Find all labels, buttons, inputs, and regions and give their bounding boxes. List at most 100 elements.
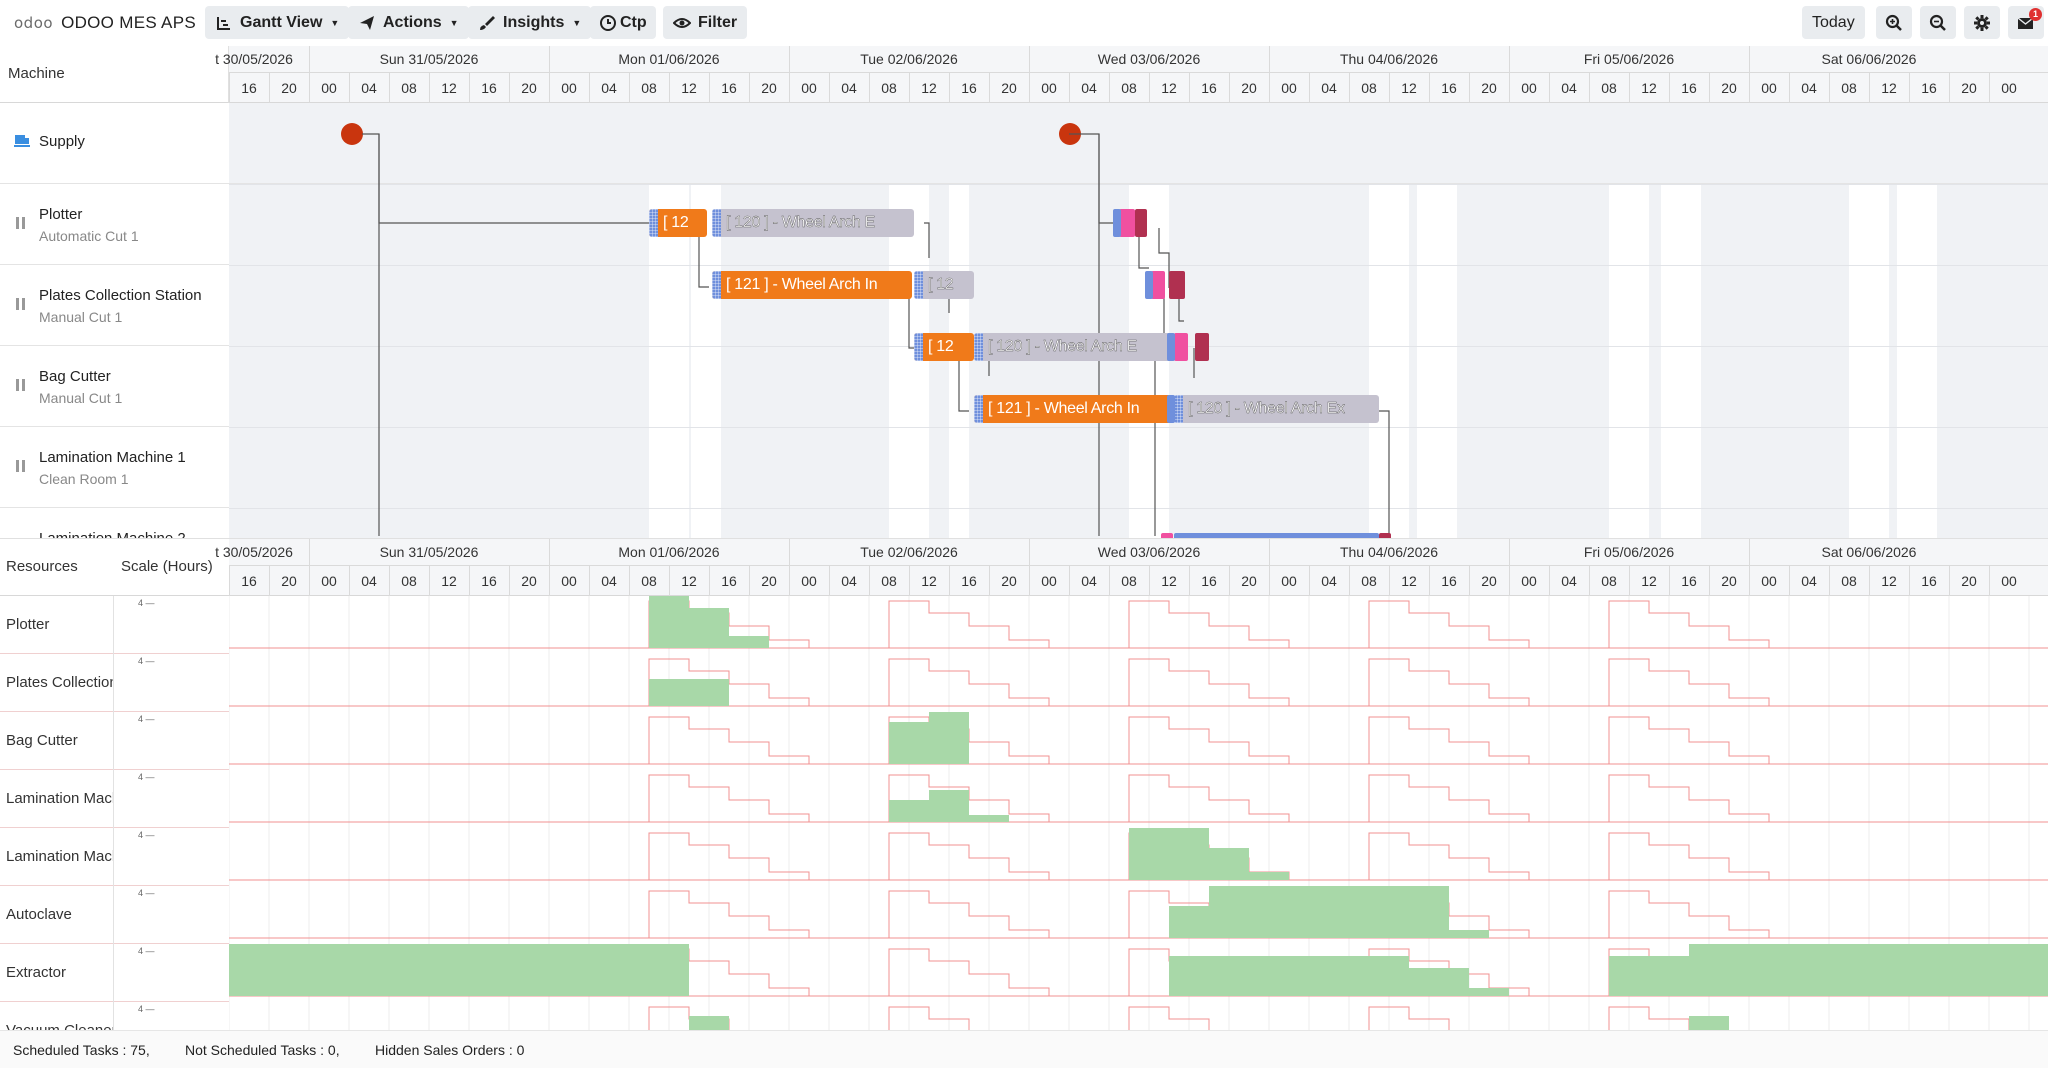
gantt-task-bar[interactable]: [ 12	[649, 209, 707, 237]
insights-button[interactable]: Insights ▼	[468, 6, 592, 39]
scale-divider	[113, 654, 114, 712]
settings-button[interactable]	[1964, 6, 2000, 39]
scale-tick: 4 —	[138, 714, 155, 724]
hour-divider	[1869, 565, 1870, 596]
hour-label: 16	[1681, 573, 1697, 589]
task-marker[interactable]	[1151, 271, 1165, 299]
gantt-task-bar[interactable]: [ 121 ] - Wheel Arch In	[974, 395, 1174, 423]
task-marker[interactable]	[1174, 333, 1188, 361]
hour-divider	[1869, 72, 1870, 103]
drag-handle-icon[interactable]	[16, 379, 26, 391]
hour-label: 00	[1041, 80, 1057, 96]
setup-segment	[974, 395, 983, 423]
machine-row-supply[interactable]: Supply	[0, 103, 229, 184]
load-bar	[969, 815, 1009, 822]
hour-divider	[1629, 565, 1630, 596]
hour-label: 20	[761, 80, 777, 96]
hour-divider	[1389, 565, 1390, 596]
drag-handle-icon[interactable]	[16, 460, 26, 472]
notifications-button[interactable]: 1	[2008, 6, 2044, 39]
hour-label: 16	[1201, 573, 1217, 589]
gantt-task-bar[interactable]: [ 120 ] - Wheel Arch Ex	[1174, 395, 1379, 423]
scale-tick: 4 —	[138, 1004, 155, 1014]
gantt-task-bar[interactable]: [ 120 ] - Wheel Arch E	[974, 333, 1174, 361]
hour-divider	[1469, 72, 1470, 103]
hour-divider	[469, 72, 470, 103]
gantt-canvas[interactable]: [ 12 [ 120 ] - Wheel Arch E [ 121 ] - Whee…	[229, 103, 2048, 538]
resource-row[interactable]: Lamination Machine 2 4 —	[0, 828, 229, 886]
day-label: Tue 02/06/2026	[860, 544, 958, 560]
hour-label: 04	[361, 573, 377, 589]
scale-divider	[113, 712, 114, 770]
scale-tick: 4 —	[138, 656, 155, 666]
eye-icon	[673, 17, 691, 28]
resource-row[interactable]: Lamination Machine 1 4 —	[0, 770, 229, 828]
dependency-link	[958, 353, 969, 412]
header-divider	[229, 72, 2048, 73]
capacity-line	[229, 716, 2048, 765]
clock-icon	[600, 14, 616, 31]
load-bar	[1369, 956, 1409, 996]
status-bar: Scheduled Tasks : 75, Not Scheduled Task…	[0, 1030, 2048, 1068]
resource-row[interactable]: Autoclave 4 —	[0, 886, 229, 944]
machine-row-lamination-machine-2[interactable]: Lamination Machine 2	[0, 508, 229, 538]
capacity-line	[229, 658, 2048, 707]
resource-row[interactable]: Plates Collection Station 4 —	[0, 654, 229, 712]
capacity-line	[648, 1006, 1690, 1030]
gantt-task-bar[interactable]: [ 12	[914, 333, 974, 361]
resource-load-panel: Resources Scale (Hours) t 30/05/2026 Sun …	[0, 538, 2048, 1030]
resource-row[interactable]: Plotter 4 —	[0, 596, 229, 654]
drag-handle-icon[interactable]	[16, 217, 26, 229]
hour-divider	[1989, 72, 1990, 103]
machine-column-header: Machine	[0, 46, 229, 103]
hour-divider	[1349, 565, 1350, 596]
zoom-in-button[interactable]	[1876, 6, 1912, 39]
machine-group: Manual Cut 1	[39, 309, 123, 325]
gantt-task-bar[interactable]: [ 12	[914, 271, 974, 299]
setup-segment	[914, 333, 923, 361]
machine-row-bag-cutter[interactable]: Bag Cutter Manual Cut 1	[0, 346, 229, 427]
resource-name: Bag Cutter	[6, 732, 78, 749]
ctp-button[interactable]: Ctp	[590, 6, 656, 39]
hour-divider	[1749, 72, 1750, 103]
actions-button[interactable]: Actions ▼	[348, 6, 469, 39]
hour-label: 16	[1921, 573, 1937, 589]
setup-segment	[712, 209, 721, 237]
today-button[interactable]: Today	[1802, 6, 1865, 39]
hour-label: 20	[1481, 573, 1497, 589]
gantt-task-bar[interactable]: [ 120 ] - Wheel Arch E	[712, 209, 914, 237]
gantt-task-bar[interactable]: [ 121 ] - Wheel Arch In	[712, 271, 912, 299]
hour-divider	[229, 565, 230, 596]
task-marker[interactable]	[1195, 333, 1209, 361]
hour-label: 04	[1321, 80, 1337, 96]
resource-name: Plotter	[6, 616, 50, 633]
hour-label: 12	[441, 573, 457, 589]
hidden-sales-orders-count: Hidden Sales Orders : 0	[375, 1042, 525, 1058]
insights-label: Insights	[503, 13, 565, 31]
hour-divider	[429, 72, 430, 103]
day-label: t 30/05/2026	[215, 544, 293, 560]
hour-label: 12	[1641, 573, 1657, 589]
resource-row[interactable]: Extractor 4 —	[0, 944, 229, 1002]
zoom-out-button[interactable]	[1920, 6, 1956, 39]
task-marker[interactable]	[1119, 209, 1135, 237]
not-scheduled-tasks-count: Not Scheduled Tasks : 0,	[185, 1042, 340, 1058]
hour-label: 12	[921, 80, 937, 96]
resource-row[interactable]: Vacuum Cleaner 4 —	[0, 1002, 229, 1030]
load-bar	[1689, 944, 2048, 996]
hour-divider	[1909, 72, 1910, 103]
scale-divider	[113, 1002, 114, 1030]
gantt-view-button[interactable]: Gantt View ▼	[205, 6, 350, 39]
task-marker[interactable]	[1169, 271, 1185, 299]
hour-divider	[349, 565, 350, 596]
machine-row-lamination-machine-1[interactable]: Lamination Machine 1 Clean Room 1	[0, 427, 229, 508]
resource-row[interactable]: Bag Cutter 4 —	[0, 712, 229, 770]
task-marker[interactable]	[1135, 209, 1147, 237]
machine-row-plates-collection-station[interactable]: Plates Collection Station Manual Cut 1	[0, 265, 229, 346]
resource-name: Vacuum Cleaner	[6, 1022, 114, 1030]
drag-handle-icon[interactable]	[16, 298, 26, 310]
hour-label: 12	[1401, 573, 1417, 589]
machine-row-plotter[interactable]: Plotter Automatic Cut 1	[0, 184, 229, 265]
filter-button[interactable]: Filter	[663, 6, 748, 39]
load-bar	[689, 1016, 729, 1030]
